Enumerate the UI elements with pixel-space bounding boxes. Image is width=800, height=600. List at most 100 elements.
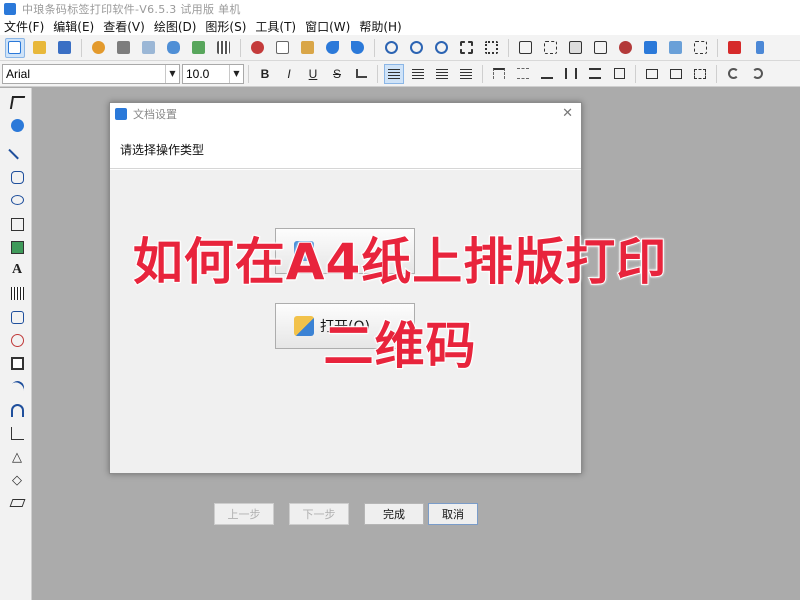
rounded-rect-tool[interactable] (7, 167, 27, 187)
zoom-fit-icon (435, 41, 448, 54)
diamond-tool[interactable]: ◇ (7, 470, 27, 490)
separator (374, 38, 375, 57)
align-right-button[interactable] (432, 64, 452, 84)
same-width-button[interactable] (690, 64, 710, 84)
save-button[interactable] (55, 38, 75, 58)
underline-button[interactable]: U (303, 64, 323, 84)
align-middle-icon (517, 68, 529, 79)
menu-tools[interactable]: 工具(T) (255, 18, 296, 35)
redo-button[interactable] (348, 38, 368, 58)
zoom-in-button[interactable] (382, 38, 402, 58)
font-size-select[interactable]: 10.0 ▼ (182, 63, 244, 84)
ellipse-tool[interactable] (7, 190, 27, 210)
rotate-left-button[interactable] (723, 64, 743, 84)
open-button[interactable] (30, 38, 50, 58)
export-pdf-button[interactable] (725, 38, 745, 58)
undo-button[interactable] (323, 38, 343, 58)
triangle-tool[interactable]: △ (7, 447, 27, 467)
copy-button[interactable] (273, 38, 293, 58)
group-button[interactable] (516, 38, 536, 58)
curve-tool[interactable] (7, 377, 27, 397)
justify-icon (460, 68, 472, 79)
menu-draw[interactable]: 绘图(D) (154, 18, 197, 35)
menu-help[interactable]: 帮助(H) (359, 18, 401, 35)
database-icon (167, 41, 180, 54)
pattern-icon (192, 41, 205, 54)
rounded-rectangle-icon (10, 170, 24, 184)
separator (81, 38, 82, 57)
center-v-button[interactable] (666, 64, 686, 84)
finish-button[interactable]: 完成 (364, 503, 424, 525)
center-h-button[interactable] (642, 64, 662, 84)
cut-button[interactable] (248, 38, 268, 58)
next-button[interactable]: 下一步 (289, 503, 349, 525)
print-preview-button[interactable] (139, 38, 159, 58)
italic-button[interactable]: I (279, 64, 299, 84)
ellipse-icon (10, 195, 24, 205)
close-icon[interactable]: ✕ (562, 106, 573, 121)
menu-file[interactable]: 文件(F) (4, 18, 44, 35)
text-effect-button[interactable] (351, 64, 371, 84)
polyline-icon (10, 426, 24, 440)
font-size-value: 10.0 (186, 66, 210, 81)
distribute-v-button[interactable] (585, 64, 605, 84)
ungroup-button[interactable] (541, 38, 561, 58)
data-source-button[interactable] (641, 38, 661, 58)
menu-edit[interactable]: 编辑(E) (53, 18, 94, 35)
pattern-button[interactable] (189, 38, 209, 58)
paste-button[interactable] (298, 38, 318, 58)
align-bottom-button[interactable] (537, 64, 557, 84)
separator (716, 64, 717, 83)
select-tool[interactable] (7, 92, 27, 112)
align-button[interactable] (691, 38, 711, 58)
grid-button[interactable] (214, 38, 234, 58)
bold-button[interactable]: B (255, 64, 275, 84)
menu-view[interactable]: 查看(V) (103, 18, 145, 35)
device-icon (755, 41, 764, 54)
fit-window-icon (460, 41, 473, 54)
align-top-button[interactable] (489, 64, 509, 84)
bring-front-icon (569, 41, 582, 54)
cancel-button[interactable]: 取消 (428, 503, 478, 525)
send-back-button[interactable] (591, 38, 611, 58)
justify-button[interactable] (456, 64, 476, 84)
chevron-down-icon[interactable]: ▼ (229, 64, 243, 83)
polyline-tool[interactable] (7, 423, 27, 443)
preview-eye-button[interactable] (616, 38, 636, 58)
strikethrough-button[interactable]: S (327, 64, 347, 84)
same-size-button[interactable] (609, 64, 629, 84)
new-document-button[interactable] (4, 37, 25, 58)
triangle-icon: △ (12, 449, 22, 465)
rotate-right-button[interactable] (747, 64, 767, 84)
print-button[interactable] (114, 38, 134, 58)
align-left-button[interactable] (384, 63, 404, 84)
pan-tool[interactable] (7, 115, 27, 135)
menu-shape[interactable]: 图形(S) (205, 18, 246, 35)
align-middle-button[interactable] (513, 64, 533, 84)
device-button[interactable] (750, 38, 770, 58)
previous-button[interactable]: 上一步 (214, 503, 274, 525)
database-button[interactable] (164, 38, 184, 58)
settings-button[interactable] (89, 38, 109, 58)
layout-button[interactable] (666, 38, 686, 58)
overlay-caption-line2: 二维码 (323, 316, 477, 376)
main-toolbar (0, 35, 800, 61)
format-toolbar: Arial ▼ 10.0 ▼ B I U S (0, 61, 800, 87)
arc-tool[interactable] (7, 400, 27, 420)
rotate-right-icon (751, 68, 763, 79)
font-name-select[interactable]: Arial ▼ (2, 63, 180, 84)
actual-size-button[interactable] (482, 38, 502, 58)
zoom-fit-button[interactable] (432, 38, 452, 58)
align-left-icon (388, 68, 400, 79)
parallelogram-icon (9, 499, 25, 507)
menu-window[interactable]: 窗口(W) (305, 18, 350, 35)
align-center-button[interactable] (408, 64, 428, 84)
bring-front-button[interactable] (566, 38, 586, 58)
line-tool[interactable] (7, 140, 27, 164)
dialog-title-bar: 文档设置 (110, 103, 581, 125)
parallelogram-tool[interactable] (7, 493, 27, 513)
distribute-h-button[interactable] (561, 64, 581, 84)
zoom-out-button[interactable] (407, 38, 427, 58)
chevron-down-icon[interactable]: ▼ (165, 64, 179, 83)
fit-window-button[interactable] (457, 38, 477, 58)
